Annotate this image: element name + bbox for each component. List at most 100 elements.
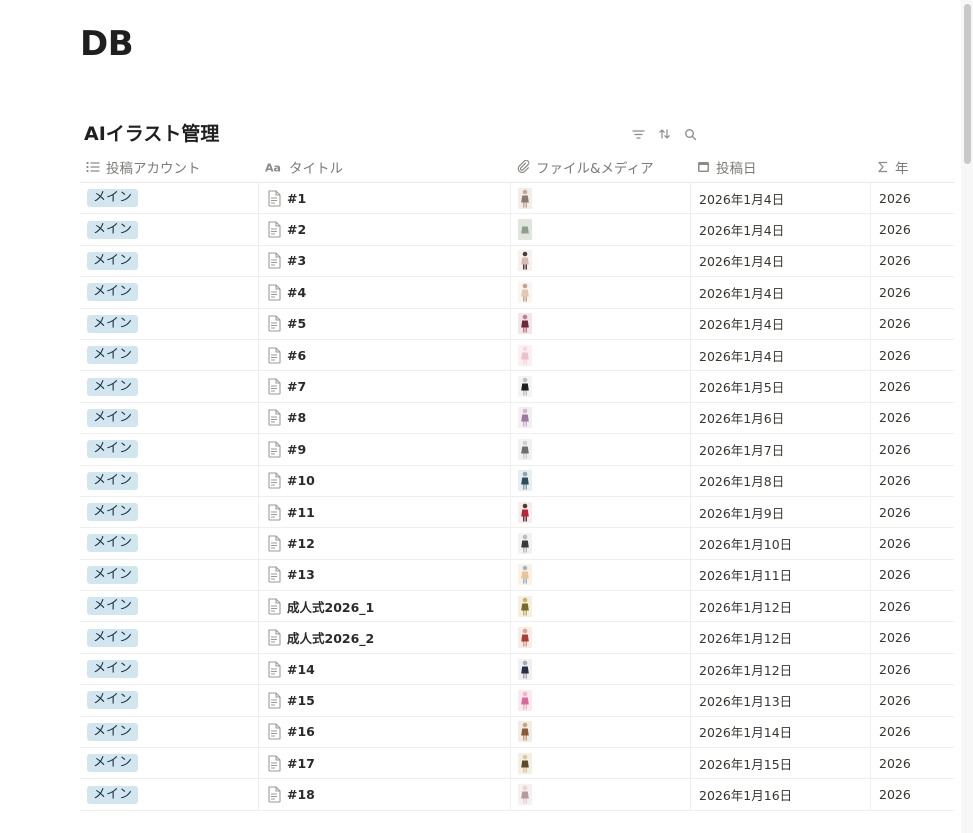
row-title[interactable]: #3 (287, 253, 306, 268)
cell-date[interactable]: 2026年1月12日 (691, 622, 871, 653)
cell-account[interactable]: メイン (80, 559, 259, 591)
cell-media[interactable] (511, 402, 691, 434)
row-title[interactable]: #1 (287, 191, 306, 206)
cell-date[interactable]: 2026年1月4日 (691, 214, 871, 245)
table-row[interactable]: メイン #3 2026年1月4日 2026 (80, 245, 954, 278)
table-row[interactable]: メイン 成人式2026_2 2026年1月12日 2026 (80, 622, 954, 654)
cell-year[interactable]: 2026 (871, 466, 954, 496)
media-thumbnail[interactable] (518, 784, 532, 806)
row-title[interactable]: #11 (287, 505, 315, 520)
table-row[interactable]: メイン #7 2026年1月5日 2026 (80, 371, 954, 403)
cell-account[interactable]: メイン (80, 183, 259, 214)
cell-title[interactable]: #13 (259, 559, 511, 591)
table-row[interactable]: メイン #9 2026年1月7日 2026 (80, 434, 954, 466)
cell-account[interactable]: メイン (80, 277, 259, 308)
cell-year[interactable]: 2026 (871, 591, 954, 621)
media-thumbnail[interactable] (518, 752, 532, 774)
media-thumbnail[interactable] (518, 407, 532, 429)
cell-year[interactable]: 2026 (871, 748, 954, 778)
cell-year[interactable]: 2026 (871, 340, 954, 370)
cell-title[interactable]: #1 (259, 183, 511, 214)
cell-date[interactable]: 2026年1月9日 (691, 496, 871, 528)
cell-media[interactable] (511, 779, 691, 810)
cell-media[interactable] (511, 591, 691, 622)
cell-date[interactable]: 2026年1月11日 (691, 559, 871, 591)
cell-title[interactable]: #4 (259, 277, 511, 308)
database-title[interactable]: AIイラスト管理 (84, 119, 219, 146)
table-row[interactable]: メイン #6 2026年1月4日 2026 (80, 339, 954, 372)
table-row[interactable]: メイン #5 2026年1月4日 2026 (80, 308, 954, 340)
cell-date[interactable]: 2026年1月8日 (691, 465, 871, 496)
cell-year[interactable]: 2026 (871, 685, 954, 715)
media-thumbnail[interactable] (518, 501, 532, 523)
cell-title[interactable]: #10 (259, 465, 511, 496)
cell-account[interactable]: メイン (80, 308, 259, 339)
cell-account[interactable]: メイン (80, 653, 259, 685)
cell-account[interactable]: メイン (80, 591, 259, 622)
cell-date[interactable]: 2026年1月16日 (691, 779, 871, 810)
media-thumbnail[interactable] (518, 344, 532, 366)
cell-media[interactable] (511, 496, 691, 528)
cell-account[interactable]: メイン (80, 528, 259, 559)
cell-title[interactable]: #15 (259, 685, 511, 716)
media-thumbnail[interactable] (518, 595, 532, 617)
column-header-account[interactable]: 投稿アカウント (80, 151, 259, 182)
media-thumbnail[interactable] (518, 564, 532, 586)
row-title[interactable]: #15 (287, 693, 315, 708)
cell-year[interactable]: 2026 (871, 560, 954, 590)
row-title[interactable]: #14 (287, 662, 315, 677)
cell-media[interactable] (511, 434, 691, 465)
cell-title[interactable]: #6 (259, 339, 511, 371)
cell-year[interactable]: 2026 (871, 277, 954, 307)
cell-year[interactable]: 2026 (871, 403, 954, 433)
row-title[interactable]: #12 (287, 536, 315, 551)
cell-media[interactable] (511, 245, 691, 277)
row-title[interactable]: #17 (287, 756, 315, 771)
cell-media[interactable] (511, 716, 691, 748)
table-row[interactable]: メイン #12 2026年1月10日 2026 (80, 528, 954, 560)
cell-account[interactable]: メイン (80, 371, 259, 402)
media-thumbnail[interactable] (518, 627, 532, 649)
cell-account[interactable]: メイン (80, 402, 259, 434)
cell-account[interactable]: メイン (80, 434, 259, 465)
cell-title[interactable]: #7 (259, 371, 511, 402)
media-thumbnail[interactable] (518, 376, 532, 398)
cell-title[interactable]: #3 (259, 245, 511, 277)
cell-year[interactable]: 2026 (871, 622, 954, 652)
table-row[interactable]: メイン #14 2026年1月12日 2026 (80, 653, 954, 686)
cell-title[interactable]: #2 (259, 214, 511, 245)
cell-date[interactable]: 2026年1月4日 (691, 277, 871, 308)
table-row[interactable]: メイン 成人式2026_1 2026年1月12日 2026 (80, 591, 954, 623)
cell-date[interactable]: 2026年1月12日 (691, 591, 871, 622)
cell-media[interactable] (511, 622, 691, 653)
cell-title[interactable]: #9 (259, 434, 511, 465)
scrollbar-thumb[interactable] (964, 4, 971, 164)
row-title[interactable]: #5 (287, 316, 306, 331)
media-thumbnail[interactable] (518, 532, 532, 554)
media-thumbnail[interactable] (518, 313, 532, 335)
cell-title[interactable]: #14 (259, 653, 511, 685)
cell-media[interactable] (511, 308, 691, 339)
row-title[interactable]: #6 (287, 348, 306, 363)
table-row[interactable]: メイン #8 2026年1月6日 2026 (80, 402, 954, 435)
media-thumbnail[interactable] (518, 438, 532, 460)
media-thumbnail[interactable] (518, 658, 532, 680)
media-thumbnail[interactable] (518, 219, 532, 241)
cell-title[interactable]: #5 (259, 308, 511, 339)
cell-year[interactable]: 2026 (871, 246, 954, 276)
cell-date[interactable]: 2026年1月15日 (691, 748, 871, 779)
vertical-scrollbar[interactable] (961, 0, 973, 833)
row-title[interactable]: #9 (287, 442, 306, 457)
media-thumbnail[interactable] (518, 250, 532, 272)
cell-title[interactable]: #18 (259, 779, 511, 810)
cell-account[interactable]: メイン (80, 685, 259, 716)
cell-date[interactable]: 2026年1月13日 (691, 685, 871, 716)
cell-title[interactable]: #16 (259, 716, 511, 748)
row-title[interactable]: #16 (287, 724, 315, 739)
media-thumbnail[interactable] (518, 721, 532, 743)
row-title[interactable]: #4 (287, 285, 306, 300)
cell-media[interactable] (511, 685, 691, 716)
row-title[interactable]: #7 (287, 379, 306, 394)
cell-date[interactable]: 2026年1月10日 (691, 528, 871, 559)
media-thumbnail[interactable] (518, 187, 532, 209)
